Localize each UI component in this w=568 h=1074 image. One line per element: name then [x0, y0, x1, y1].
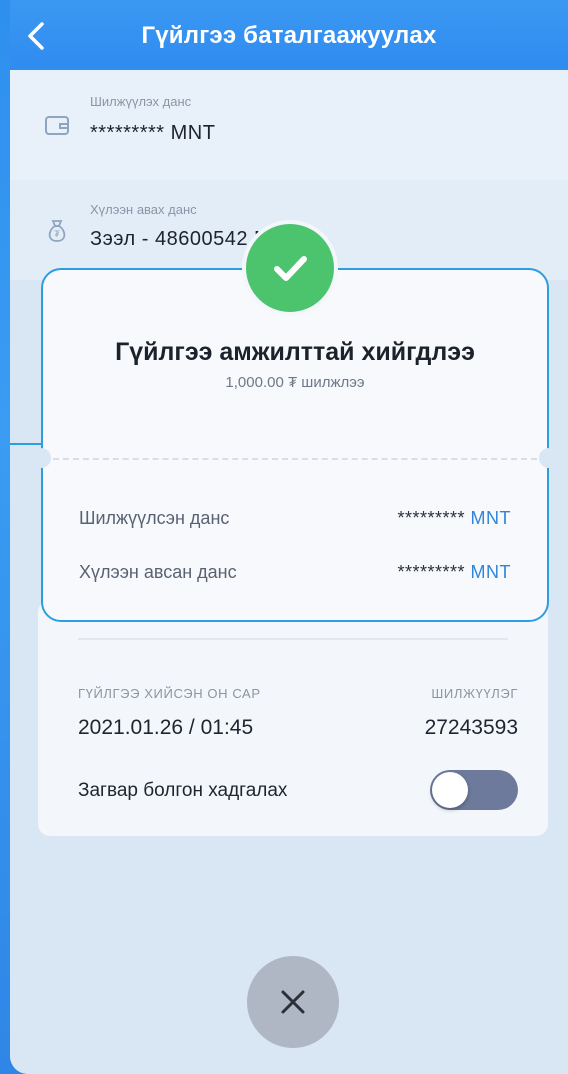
from-account-row: Шилжүүлэх данс ********* MNT — [10, 70, 568, 180]
money-bag-icon: ₮ — [44, 218, 70, 244]
svg-text:₮: ₮ — [54, 229, 60, 239]
from-account-label: Шилжүүлэх данс — [90, 94, 192, 109]
ticket-notch-left — [31, 448, 51, 468]
sent-account-label: Шилжүүлсэн данс — [79, 508, 230, 528]
top-bar: Гүйлгээ баталгаажуулах — [10, 0, 568, 70]
toggle-knob — [432, 772, 468, 808]
transaction-details-card: ГҮЙЛГЭЭ ХИЙСЭН ОН САР ШИЛЖҮҮЛЭГ 2021.01.… — [38, 600, 548, 836]
wallet-icon — [44, 112, 70, 138]
received-account-label: Хүлээн авсан данс — [79, 562, 237, 582]
divider — [78, 638, 508, 640]
checkmark-icon — [274, 256, 307, 281]
success-modal: Гүйлгээ амжилттай хийгдлээ 1,000.00 ₮ ши… — [31, 268, 559, 622]
reference-value: 27243593 — [424, 716, 518, 739]
page-title: Гүйлгээ баталгаажуулах — [141, 22, 437, 49]
save-template-toggle[interactable] — [430, 770, 518, 810]
phone-screen: Гүйлгээ баталгаажуулах Шилжүүлэх данс **… — [10, 0, 568, 1074]
received-account-masked: ********* — [397, 562, 465, 582]
save-template-label: Загвар болгон хадгалах — [78, 780, 288, 801]
sent-account-masked: ********* — [397, 508, 465, 528]
close-button[interactable] — [247, 956, 339, 1048]
reference-label: ШИЛЖҮҮЛЭГ — [431, 686, 518, 701]
success-badge — [246, 224, 334, 312]
ticket-notch-right — [539, 448, 559, 468]
date-value: 2021.01.26 / 01:45 — [78, 716, 254, 739]
close-icon — [281, 990, 305, 1014]
received-account-value: ********* MNT — [397, 562, 511, 583]
from-account-value: ********* MNT — [90, 122, 216, 144]
success-amount: 1,000.00 ₮ шилжлээ — [225, 374, 365, 391]
dashed-separator — [53, 458, 537, 460]
date-label: ГҮЙЛГЭЭ ХИЙСЭН ОН САР — [78, 686, 261, 701]
sent-account-value: ********* MNT — [397, 508, 511, 529]
received-account-currency: MNT — [470, 562, 511, 582]
success-title: Гүйлгээ амжилттай хийгдлээ — [115, 338, 475, 366]
sent-account-currency: MNT — [470, 508, 511, 528]
to-account-label: Хүлээн авах данс — [90, 202, 197, 217]
